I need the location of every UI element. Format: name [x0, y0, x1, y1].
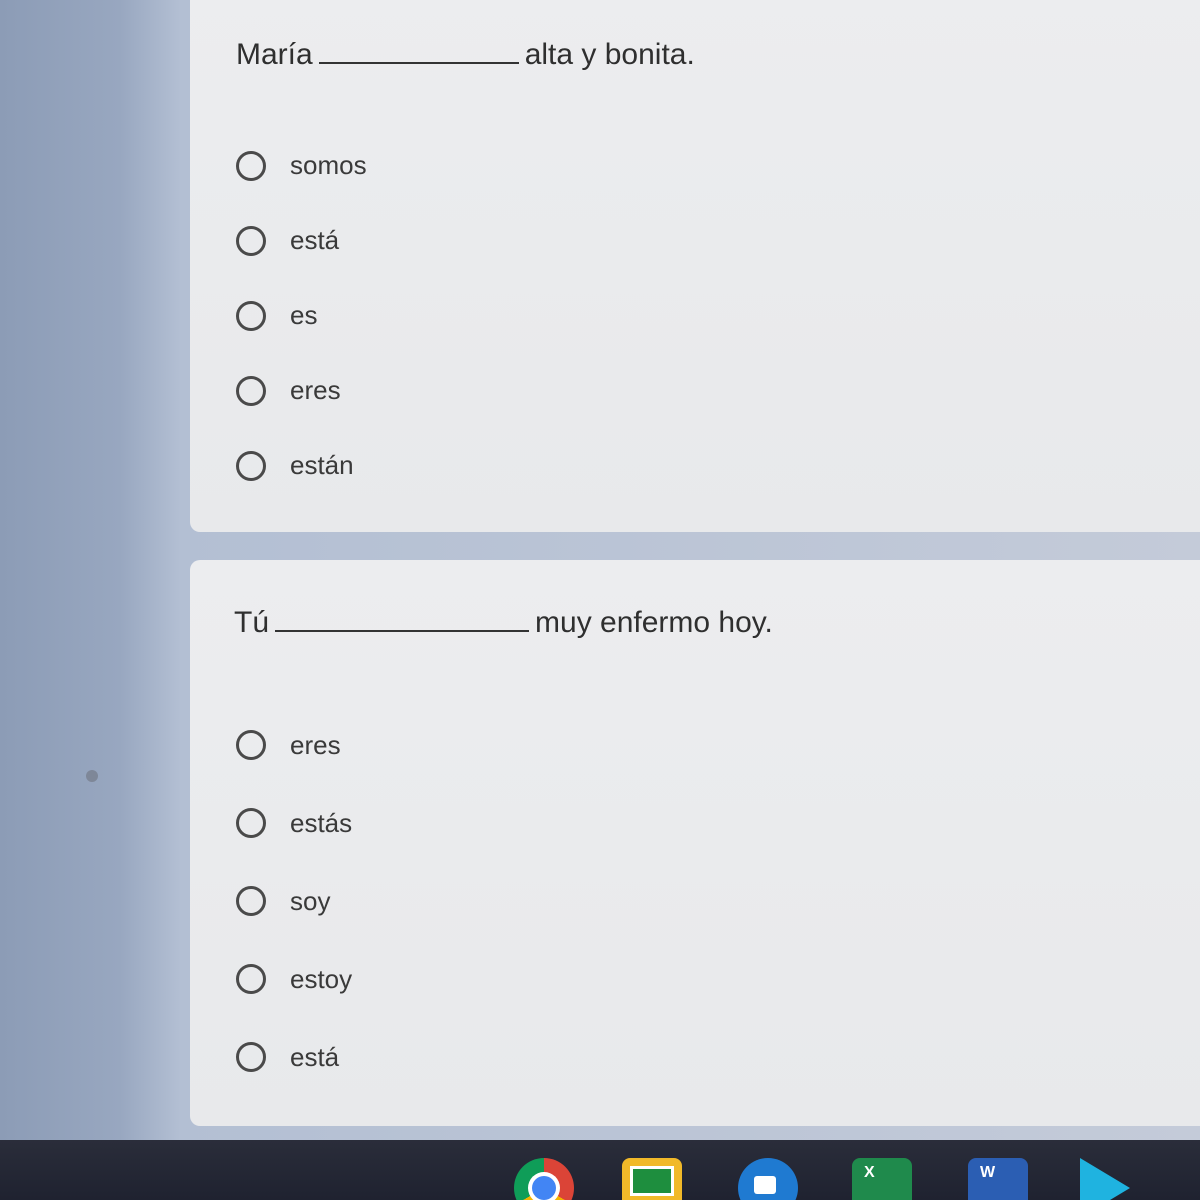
question-2-options: eres estás soy estoy está [236, 706, 352, 1096]
radio-button[interactable] [236, 375, 266, 406]
question-1-text: María alta y bonita. [236, 38, 695, 72]
question-1-option-5[interactable]: están [236, 428, 367, 503]
question-2-option-5[interactable]: está [236, 1018, 352, 1096]
question-card-1: María alta y bonita. somos está es eres e… [190, 0, 1200, 532]
option-label: estoy [290, 963, 353, 994]
classroom-icon[interactable] [622, 1158, 682, 1200]
docs-icon[interactable]: W [968, 1158, 1028, 1200]
option-label: estás [290, 807, 353, 838]
question-2-option-1[interactable]: eres [236, 706, 352, 784]
question-1-options: somos está es eres están [236, 128, 367, 503]
question-2-subject: Tú [234, 606, 270, 639]
taskbar: X W [0, 1140, 1200, 1200]
chrome-icon[interactable] [514, 1158, 574, 1200]
radio-button[interactable] [236, 1042, 266, 1072]
question-1-blank [318, 42, 519, 64]
play-store-icon[interactable] [1080, 1158, 1130, 1200]
radio-button[interactable] [236, 300, 266, 331]
screen-smudge [86, 770, 98, 782]
question-card-2: Tú muy enfermo hoy. eres estás soy estoy … [190, 560, 1200, 1126]
question-1-subject: María [236, 38, 313, 71]
question-2-option-3[interactable]: soy [236, 862, 352, 940]
option-label: somos [290, 150, 367, 180]
question-1-option-2[interactable]: está [236, 203, 367, 278]
question-2-option-4[interactable]: estoy [236, 940, 352, 1018]
sheets-icon-label: X [864, 1164, 876, 1181]
option-label: eres [290, 729, 341, 760]
radio-button[interactable] [236, 808, 266, 838]
option-label: está [290, 225, 340, 255]
option-label: está [290, 1041, 340, 1072]
question-1-option-4[interactable]: eres [236, 353, 367, 428]
option-label: soy [290, 885, 331, 916]
radio-button[interactable] [236, 450, 266, 481]
meet-icon[interactable] [738, 1158, 798, 1200]
option-label: eres [290, 375, 341, 405]
question-2-predicate: muy enfermo hoy. [535, 606, 773, 639]
radio-button[interactable] [236, 886, 266, 916]
question-1-option-3[interactable]: es [236, 278, 367, 353]
radio-button[interactable] [236, 150, 266, 181]
option-label: es [290, 300, 318, 330]
question-2-option-2[interactable]: estás [236, 784, 352, 862]
question-1-predicate: alta y bonita. [524, 38, 695, 71]
radio-button[interactable] [236, 964, 266, 994]
question-1-option-1[interactable]: somos [236, 128, 367, 203]
question-2-text: Tú muy enfermo hoy. [234, 606, 773, 640]
sheets-icon[interactable]: X [852, 1158, 912, 1200]
radio-button[interactable] [236, 730, 266, 760]
docs-icon-label: W [980, 1164, 997, 1181]
option-label: están [290, 450, 354, 480]
question-2-blank [275, 610, 530, 632]
radio-button[interactable] [236, 225, 266, 256]
